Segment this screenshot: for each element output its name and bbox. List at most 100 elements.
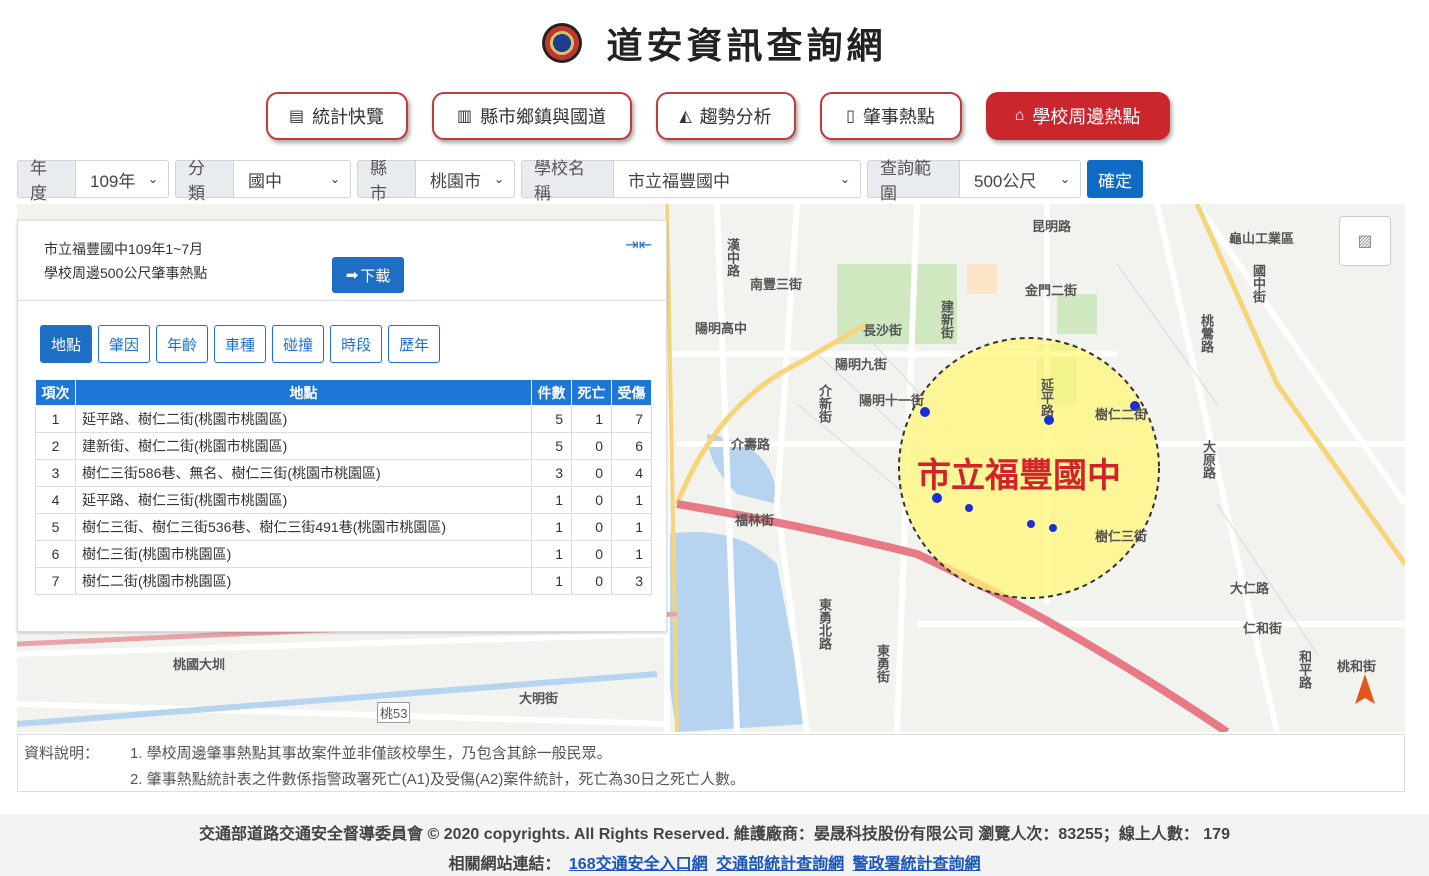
map-label: 陽明高中 [695,321,748,336]
map-label: 和平路 [1297,650,1312,689]
map-icon: ▯ [846,108,855,125]
nav-label: 統計快覽 [312,107,385,127]
tab-collision[interactable]: 碰撞 [272,325,325,363]
map-label: 金門二街 [1025,283,1078,298]
footer: 交通部道路交通安全督導委員會 © 2020 copyrights. All Ri… [0,814,1429,876]
cell-deaths: 1 [571,405,612,433]
column-header: 項次 [35,379,76,406]
cell-injuries: 1 [611,540,652,568]
download-button[interactable]: ➡ 下載 [332,257,404,293]
hotspot-panel: 市立福豐國中109年1~7月 學校周邊500公尺肇事熱點 ⇥⇤ ➡ 下載 地點 … [17,220,667,632]
map-label: 東勇街 [875,644,890,683]
year-label: 年度 [17,159,75,203]
table-header-row: 項次 地點 件數 死亡 受傷 [35,379,652,406]
table-row[interactable]: 3 樹仁三街586巷、無名、樹仁三街(桃園市桃園區) 3 0 4 [35,459,652,487]
nav-school-hotspots[interactable]: ⌂ 學校周邊熱點 [985,92,1170,140]
column-header: 受傷 [611,379,652,406]
range-label: 查詢範圍 [867,159,959,203]
cell-index: 3 [35,459,76,487]
school-value: 市立福豐國中 [628,171,730,191]
map-label: 大仁路 [1230,581,1270,596]
link-police-stats[interactable]: 警政署統計查詢網 [853,856,981,873]
layers-button[interactable]: ▨ [1339,216,1391,266]
table-row[interactable]: 7 樹仁二街(桃園市桃園區) 1 0 3 [35,567,652,595]
cell-deaths: 0 [571,432,612,460]
tab-cause[interactable]: 肇因 [98,325,151,363]
nav-label: 學校周邊熱點 [1032,107,1141,127]
school-filter: 學校名稱 市立福豐國中 ⌄ [521,159,861,203]
collapse-icon[interactable]: ⇥⇤ [625,235,652,255]
cell-index: 7 [35,567,76,595]
tab-location[interactable]: 地點 [40,325,93,363]
cell-count: 5 [531,432,572,460]
city-select[interactable]: 桃園市 ⌄ [415,160,515,198]
map-label: 國中街 [1251,264,1266,303]
site-logo [542,23,583,63]
cell-location: 樹仁二街(桃園市桃園區) [75,567,532,595]
cell-index: 2 [35,432,76,460]
range-value: 500公尺 [974,171,1037,191]
map-label: 樹仁三街 [1095,529,1148,544]
cell-count: 1 [531,513,572,541]
map-label: 樹仁二街 [1095,407,1148,422]
map-label: 建新街 [939,300,954,339]
nav-stats-overview[interactable]: ▤ 統計快覽 [265,92,408,140]
table-row[interactable]: 2 建新街、樹仁二街(桃園市桃園區) 5 0 6 [35,432,652,460]
nav-accident-hotspots[interactable]: ▯ 肇事熱點 [819,92,962,140]
map-label: 介壽路 [731,437,771,452]
nav-county-highway[interactable]: ▥ 縣市鄉鎮與國道 [431,92,632,140]
category-value: 國中 [248,171,282,191]
nav-label: 肇事熱點 [862,107,935,127]
cell-location: 建新街、樹仁二街(桃園市桃園區) [75,432,532,460]
map-label: 陽明十一街 [859,393,925,408]
links-label: 相關網站連結： [448,856,561,873]
chevron-down-icon: ⌄ [839,172,850,186]
download-label: 下載 [360,267,391,285]
footer-copyright: 交通部道路交通安全督導委員會 © 2020 copyrights. All Ri… [199,826,1230,843]
tab-vehicle[interactable]: 車種 [214,325,267,363]
tab-history[interactable]: 歷年 [388,325,441,363]
link-motc-stats[interactable]: 交通部統計查詢網 [716,856,844,873]
map-label: 大明街 [519,691,559,706]
year-select[interactable]: 109年 ⌄ [75,160,169,198]
map-label: 漢中路 [725,238,740,277]
table-row[interactable]: 4 延平路、樹仁三街(桃園市桃園區) 1 0 1 [35,486,652,514]
map-label: 延平路 [1039,378,1054,417]
link-168[interactable]: 168交通安全入口網 [569,856,708,873]
confirm-button[interactable]: 確定 [1087,160,1143,198]
image-icon: ▨ [1357,233,1373,250]
range-select[interactable]: 500公尺 ⌄ [959,160,1081,198]
table-row[interactable]: 5 樹仁三街、樹仁三街536巷、樹仁三街491巷(桃園市桃園區) 1 0 1 [35,513,652,541]
school-map-label: 市立福豐國中 [917,457,1121,495]
panel-header: 市立福豐國中109年1~7月 學校周邊500公尺肇事熱點 ⇥⇤ ➡ 下載 [18,221,666,301]
cell-index: 5 [35,513,76,541]
map-label: 昆明路 [1032,219,1072,234]
map-label: 仁和街 [1243,621,1283,636]
cell-index: 6 [35,540,76,568]
cell-index: 1 [35,405,76,433]
table-row[interactable]: 1 延平路、樹仁二街(桃園市桃園區) 5 1 7 [35,405,652,433]
chevron-down-icon: ⌄ [329,172,340,186]
category-select[interactable]: 國中 ⌄ [233,160,351,198]
note-line: 2. 肇事熱點統計表之件數係指警政署死亡(A1)及受傷(A2)案件統計，死亡為3… [130,771,746,788]
range-filter: 查詢範圍 500公尺 ⌄ [867,159,1081,203]
map-label: 龜山工業區 [1229,231,1295,246]
bar-chart-icon: ▥ [456,108,473,125]
city-value: 桃園市 [430,171,481,191]
nav-label: 趨勢分析 [699,107,772,127]
tab-age[interactable]: 年齡 [156,325,209,363]
newspaper-icon: ▤ [288,108,305,125]
tab-time[interactable]: 時段 [330,325,383,363]
category-label: 分類 [175,159,233,203]
header: 道安資訊查詢網 [0,18,1429,68]
cell-injuries: 7 [611,405,652,433]
table-row[interactable]: 6 樹仁三街(桃園市桃園區) 1 0 1 [35,540,652,568]
cell-index: 4 [35,486,76,514]
map-label: 長沙街 [863,323,903,338]
hotspot-table: 項次 地點 件數 死亡 受傷 1 延平路、樹仁二街(桃園市桃園區) 5 1 7 … [35,379,652,595]
chevron-down-icon: ⌄ [147,172,158,186]
category-filter: 分類 國中 ⌄ [175,159,351,203]
cell-injuries: 1 [611,513,652,541]
school-select[interactable]: 市立福豐國中 ⌄ [613,160,861,198]
nav-trend-analysis[interactable]: ◭ 趨勢分析 [655,92,796,140]
